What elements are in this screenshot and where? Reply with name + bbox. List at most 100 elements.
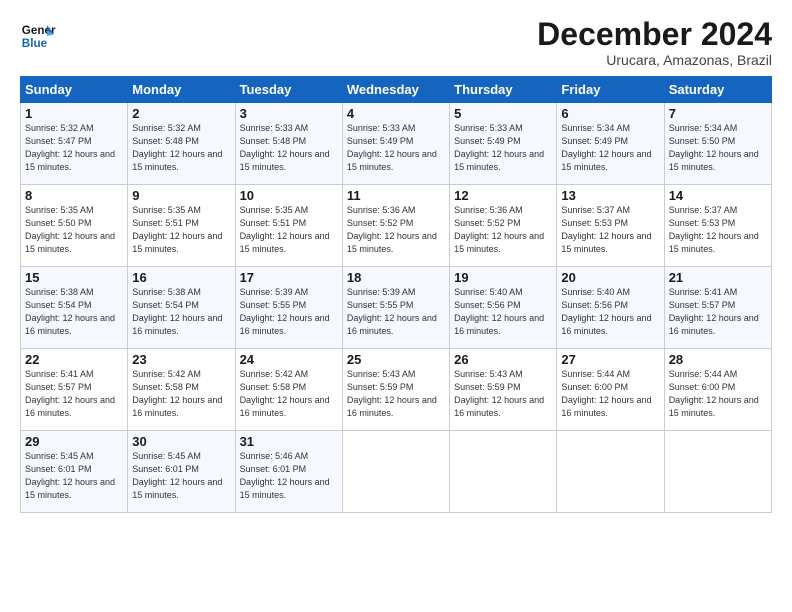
day-info: Sunrise: 5:40 AMSunset: 5:56 PMDaylight:… xyxy=(454,286,552,338)
day-info: Sunrise: 5:39 AMSunset: 5:55 PMDaylight:… xyxy=(240,286,338,338)
day-info: Sunrise: 5:41 AMSunset: 5:57 PMDaylight:… xyxy=(25,368,123,420)
table-row: 1 Sunrise: 5:32 AMSunset: 5:47 PMDayligh… xyxy=(21,103,128,185)
table-row: 31 Sunrise: 5:46 AMSunset: 6:01 PMDaylig… xyxy=(235,431,342,513)
day-number: 1 xyxy=(25,106,123,121)
day-info: Sunrise: 5:33 AMSunset: 5:48 PMDaylight:… xyxy=(240,122,338,174)
day-number: 4 xyxy=(347,106,445,121)
day-info: Sunrise: 5:36 AMSunset: 5:52 PMDaylight:… xyxy=(347,204,445,256)
day-number: 28 xyxy=(669,352,767,367)
header-monday: Monday xyxy=(128,77,235,103)
calendar: Sunday Monday Tuesday Wednesday Thursday… xyxy=(20,76,772,513)
table-row: 30 Sunrise: 5:45 AMSunset: 6:01 PMDaylig… xyxy=(128,431,235,513)
day-info: Sunrise: 5:33 AMSunset: 5:49 PMDaylight:… xyxy=(454,122,552,174)
table-row: 18 Sunrise: 5:39 AMSunset: 5:55 PMDaylig… xyxy=(342,267,449,349)
day-number: 13 xyxy=(561,188,659,203)
day-number: 9 xyxy=(132,188,230,203)
table-row: 22 Sunrise: 5:41 AMSunset: 5:57 PMDaylig… xyxy=(21,349,128,431)
table-row: 25 Sunrise: 5:43 AMSunset: 5:59 PMDaylig… xyxy=(342,349,449,431)
page: General Blue December 2024 Urucara, Amaz… xyxy=(0,0,792,612)
day-number: 6 xyxy=(561,106,659,121)
logo-icon: General Blue xyxy=(20,18,56,54)
table-row: 13 Sunrise: 5:37 AMSunset: 5:53 PMDaylig… xyxy=(557,185,664,267)
day-info: Sunrise: 5:37 AMSunset: 5:53 PMDaylight:… xyxy=(669,204,767,256)
day-info: Sunrise: 5:33 AMSunset: 5:49 PMDaylight:… xyxy=(347,122,445,174)
table-row: 21 Sunrise: 5:41 AMSunset: 5:57 PMDaylig… xyxy=(664,267,771,349)
day-info: Sunrise: 5:40 AMSunset: 5:56 PMDaylight:… xyxy=(561,286,659,338)
day-info: Sunrise: 5:35 AMSunset: 5:51 PMDaylight:… xyxy=(240,204,338,256)
day-number: 29 xyxy=(25,434,123,449)
logo: General Blue xyxy=(20,18,56,54)
table-row: 24 Sunrise: 5:42 AMSunset: 5:58 PMDaylig… xyxy=(235,349,342,431)
day-info: Sunrise: 5:38 AMSunset: 5:54 PMDaylight:… xyxy=(132,286,230,338)
table-row: 14 Sunrise: 5:37 AMSunset: 5:53 PMDaylig… xyxy=(664,185,771,267)
empty-cell xyxy=(664,431,771,513)
day-number: 12 xyxy=(454,188,552,203)
day-info: Sunrise: 5:37 AMSunset: 5:53 PMDaylight:… xyxy=(561,204,659,256)
day-info: Sunrise: 5:34 AMSunset: 5:50 PMDaylight:… xyxy=(669,122,767,174)
header-saturday: Saturday xyxy=(664,77,771,103)
day-info: Sunrise: 5:35 AMSunset: 5:50 PMDaylight:… xyxy=(25,204,123,256)
table-row: 3 Sunrise: 5:33 AMSunset: 5:48 PMDayligh… xyxy=(235,103,342,185)
title-block: December 2024 Urucara, Amazonas, Brazil xyxy=(537,18,772,68)
table-row: 27 Sunrise: 5:44 AMSunset: 6:00 PMDaylig… xyxy=(557,349,664,431)
day-info: Sunrise: 5:36 AMSunset: 5:52 PMDaylight:… xyxy=(454,204,552,256)
day-info: Sunrise: 5:42 AMSunset: 5:58 PMDaylight:… xyxy=(240,368,338,420)
table-row: 12 Sunrise: 5:36 AMSunset: 5:52 PMDaylig… xyxy=(450,185,557,267)
day-info: Sunrise: 5:35 AMSunset: 5:51 PMDaylight:… xyxy=(132,204,230,256)
day-number: 15 xyxy=(25,270,123,285)
day-number: 8 xyxy=(25,188,123,203)
table-row: 29 Sunrise: 5:45 AMSunset: 6:01 PMDaylig… xyxy=(21,431,128,513)
day-number: 22 xyxy=(25,352,123,367)
day-number: 27 xyxy=(561,352,659,367)
header-thursday: Thursday xyxy=(450,77,557,103)
day-number: 10 xyxy=(240,188,338,203)
day-number: 2 xyxy=(132,106,230,121)
day-info: Sunrise: 5:44 AMSunset: 6:00 PMDaylight:… xyxy=(669,368,767,420)
day-info: Sunrise: 5:34 AMSunset: 5:49 PMDaylight:… xyxy=(561,122,659,174)
day-info: Sunrise: 5:41 AMSunset: 5:57 PMDaylight:… xyxy=(669,286,767,338)
table-row: 2 Sunrise: 5:32 AMSunset: 5:48 PMDayligh… xyxy=(128,103,235,185)
empty-cell xyxy=(342,431,449,513)
day-number: 21 xyxy=(669,270,767,285)
day-number: 5 xyxy=(454,106,552,121)
header-friday: Friday xyxy=(557,77,664,103)
day-number: 16 xyxy=(132,270,230,285)
header-tuesday: Tuesday xyxy=(235,77,342,103)
table-row: 23 Sunrise: 5:42 AMSunset: 5:58 PMDaylig… xyxy=(128,349,235,431)
day-number: 23 xyxy=(132,352,230,367)
svg-text:Blue: Blue xyxy=(22,37,48,50)
table-row: 20 Sunrise: 5:40 AMSunset: 5:56 PMDaylig… xyxy=(557,267,664,349)
header-sunday: Sunday xyxy=(21,77,128,103)
day-number: 24 xyxy=(240,352,338,367)
day-number: 14 xyxy=(669,188,767,203)
table-row: 8 Sunrise: 5:35 AMSunset: 5:50 PMDayligh… xyxy=(21,185,128,267)
day-info: Sunrise: 5:32 AMSunset: 5:47 PMDaylight:… xyxy=(25,122,123,174)
day-number: 11 xyxy=(347,188,445,203)
table-row: 26 Sunrise: 5:43 AMSunset: 5:59 PMDaylig… xyxy=(450,349,557,431)
day-number: 30 xyxy=(132,434,230,449)
day-info: Sunrise: 5:39 AMSunset: 5:55 PMDaylight:… xyxy=(347,286,445,338)
table-row: 15 Sunrise: 5:38 AMSunset: 5:54 PMDaylig… xyxy=(21,267,128,349)
day-info: Sunrise: 5:45 AMSunset: 6:01 PMDaylight:… xyxy=(25,450,123,502)
calendar-header-row: Sunday Monday Tuesday Wednesday Thursday… xyxy=(21,77,772,103)
table-row: 28 Sunrise: 5:44 AMSunset: 6:00 PMDaylig… xyxy=(664,349,771,431)
table-row: 19 Sunrise: 5:40 AMSunset: 5:56 PMDaylig… xyxy=(450,267,557,349)
table-row: 4 Sunrise: 5:33 AMSunset: 5:49 PMDayligh… xyxy=(342,103,449,185)
empty-cell xyxy=(557,431,664,513)
day-number: 18 xyxy=(347,270,445,285)
table-row: 11 Sunrise: 5:36 AMSunset: 5:52 PMDaylig… xyxy=(342,185,449,267)
day-number: 17 xyxy=(240,270,338,285)
day-info: Sunrise: 5:43 AMSunset: 5:59 PMDaylight:… xyxy=(454,368,552,420)
day-number: 31 xyxy=(240,434,338,449)
table-row: 6 Sunrise: 5:34 AMSunset: 5:49 PMDayligh… xyxy=(557,103,664,185)
day-info: Sunrise: 5:42 AMSunset: 5:58 PMDaylight:… xyxy=(132,368,230,420)
day-number: 19 xyxy=(454,270,552,285)
header-wednesday: Wednesday xyxy=(342,77,449,103)
day-number: 25 xyxy=(347,352,445,367)
day-info: Sunrise: 5:46 AMSunset: 6:01 PMDaylight:… xyxy=(240,450,338,502)
subtitle: Urucara, Amazonas, Brazil xyxy=(537,52,772,68)
day-info: Sunrise: 5:43 AMSunset: 5:59 PMDaylight:… xyxy=(347,368,445,420)
day-number: 3 xyxy=(240,106,338,121)
day-info: Sunrise: 5:38 AMSunset: 5:54 PMDaylight:… xyxy=(25,286,123,338)
day-info: Sunrise: 5:45 AMSunset: 6:01 PMDaylight:… xyxy=(132,450,230,502)
